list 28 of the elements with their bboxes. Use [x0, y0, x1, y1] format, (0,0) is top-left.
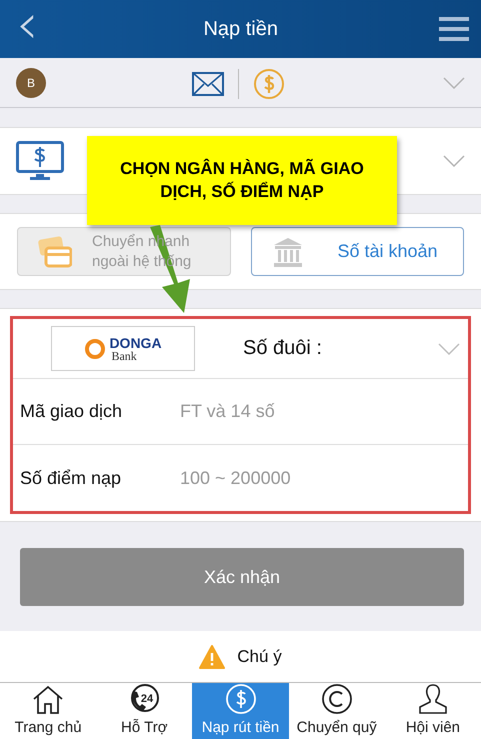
- chevron-down-icon[interactable]: [443, 155, 465, 167]
- phone-24-icon: 24: [128, 683, 160, 715]
- notice-title[interactable]: Chú ý: [237, 646, 282, 666]
- logo-ring-icon: [84, 338, 106, 360]
- warning-icon: [199, 644, 226, 668]
- cards-icon: [38, 236, 72, 268]
- mail-icon[interactable]: [192, 72, 224, 96]
- bank-logo[interactable]: DONGA Bank: [51, 326, 195, 371]
- callout-note: CHỌN NGÂN HÀNG, MÃ GIAO DỊCH, SỐ ĐIỂM NẠP: [87, 136, 397, 225]
- suffix-label: Số đuôi :: [243, 337, 322, 360]
- monitor-dollar-icon: [16, 141, 64, 181]
- page-title: Nạp tiền: [203, 18, 278, 40]
- coin-icon[interactable]: [253, 68, 285, 100]
- copyright-icon: [320, 683, 353, 715]
- field-label: Số điểm nạp: [20, 468, 122, 488]
- user-icon: [416, 683, 449, 715]
- bank-icon: [272, 236, 304, 268]
- menu-button[interactable]: [439, 17, 469, 41]
- chevron-down-icon[interactable]: [438, 342, 460, 354]
- tab-bar-item[interactable]: Nạp rút tiền: [192, 683, 289, 739]
- field-label: Mã giao dịch: [20, 401, 124, 422]
- payment-method-button[interactable]: Số tài khoản: [250, 227, 464, 276]
- logo-name: DONGA: [109, 336, 162, 350]
- chevron-down-icon[interactable]: [443, 76, 465, 88]
- avatar[interactable]: B: [16, 68, 46, 98]
- home-icon: [32, 685, 64, 715]
- logo-subtitle: Bank: [110, 350, 138, 362]
- back-button[interactable]: ‹: [12, 5, 42, 53]
